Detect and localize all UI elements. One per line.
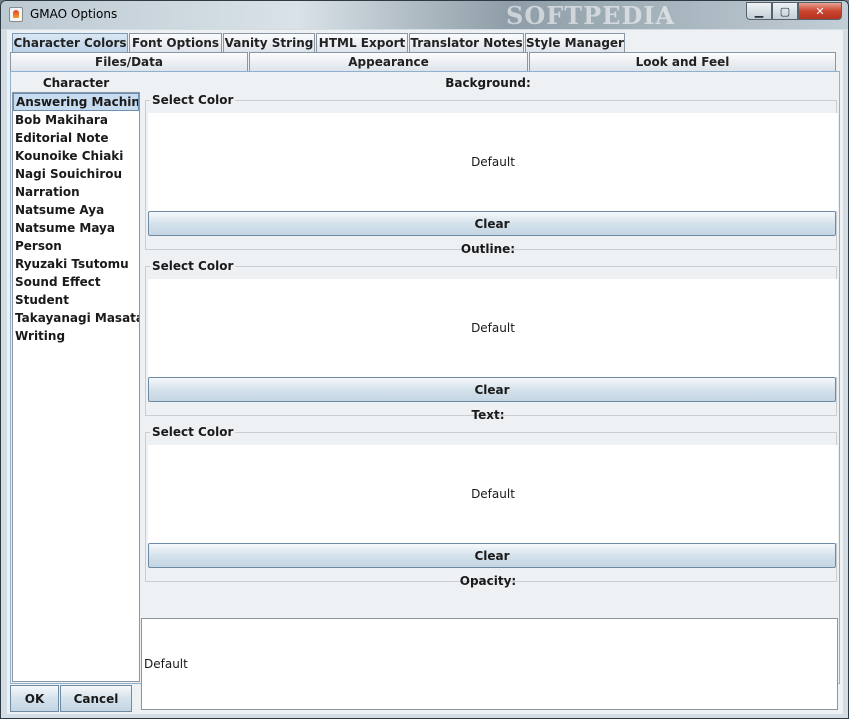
ok-button[interactable]: OK — [10, 685, 59, 712]
tab-appearance[interactable]: Appearance — [249, 52, 528, 71]
maximize-button[interactable]: ▢ — [772, 2, 798, 20]
tab-files-data[interactable]: Files/Data — [10, 52, 248, 71]
opacity-value: Default — [144, 657, 188, 671]
window-title: GMAO Options — [30, 7, 118, 21]
text-color-value: Default — [471, 487, 515, 501]
background-color-swatch[interactable]: Default — [148, 113, 838, 211]
list-item[interactable]: Natsume Aya — [13, 201, 139, 219]
background-select-color-legend: Select Color — [150, 93, 236, 107]
opacity-label: Opacity: — [459, 574, 517, 588]
text-color-swatch[interactable]: Default — [148, 445, 838, 543]
list-item[interactable]: Answering Machine — [13, 93, 139, 111]
list-item[interactable]: Student — [13, 291, 139, 309]
outline-label: Outline: — [460, 242, 516, 256]
text-color-group: Select Color Default Clear — [145, 425, 838, 582]
background-color-group: Select Color Default Clear — [145, 93, 838, 250]
tab-font-options[interactable]: Font Options — [129, 33, 222, 52]
dialog-body: Character Colors Font Options Vanity Str… — [7, 30, 843, 714]
outline-color-swatch[interactable]: Default — [148, 279, 838, 377]
minimize-button[interactable]: ▁ — [746, 2, 772, 20]
list-item[interactable]: Nagi Souichirou — [13, 165, 139, 183]
java-app-icon — [9, 7, 23, 22]
list-item[interactable]: Editorial Note — [13, 129, 139, 147]
list-item[interactable]: Narration — [13, 183, 139, 201]
background-label: Background: — [445, 76, 531, 90]
minimize-icon: ▁ — [754, 4, 764, 18]
character-colors-panel: Character Answering Machine Bob Makihara… — [10, 71, 840, 710]
tab-style-manager[interactable]: Style Manager — [525, 33, 625, 52]
tab-row-primary: Character Colors Font Options Vanity Str… — [12, 33, 626, 52]
title-bar[interactable]: GMAO Options SOFTPEDIA ▁ ▢ ✕ — [1, 1, 848, 30]
background-clear-button[interactable]: Clear — [148, 211, 836, 236]
list-item[interactable]: Sound Effect — [13, 273, 139, 291]
tab-translator-notes[interactable]: Translator Notes — [409, 33, 524, 52]
softpedia-watermark: SOFTPEDIA — [506, 1, 676, 30]
list-item[interactable]: Bob Makihara — [13, 111, 139, 129]
close-icon: ✕ — [815, 4, 825, 18]
outline-clear-button[interactable]: Clear — [148, 377, 836, 402]
close-button[interactable]: ✕ — [798, 2, 842, 20]
list-item[interactable]: Writing — [13, 327, 139, 345]
window-controls: ▁ ▢ ✕ — [746, 2, 842, 20]
outline-select-color-legend: Select Color — [150, 259, 236, 273]
list-item[interactable]: Person — [13, 237, 139, 255]
character-list[interactable]: Answering Machine Bob Makihara Editorial… — [12, 92, 140, 682]
text-clear-button[interactable]: Clear — [148, 543, 836, 568]
text-label: Text: — [471, 408, 505, 422]
list-item[interactable]: Takayanagi Masataka — [13, 309, 139, 327]
tab-character-colors[interactable]: Character Colors — [12, 33, 128, 52]
tab-look-and-feel[interactable]: Look and Feel — [529, 52, 836, 71]
dialog-button-bar: OK Cancel — [10, 685, 842, 713]
tab-row-secondary: Files/Data Appearance Look and Feel — [10, 52, 837, 71]
list-item[interactable]: Ryuzaki Tsutomu — [13, 255, 139, 273]
outline-color-value: Default — [471, 321, 515, 335]
list-item[interactable]: Kounoike Chiaki — [13, 147, 139, 165]
tab-html-export[interactable]: HTML Export — [316, 33, 408, 52]
text-select-color-legend: Select Color — [150, 425, 236, 439]
tab-vanity-string[interactable]: Vanity String — [223, 33, 315, 52]
background-color-value: Default — [471, 155, 515, 169]
options-window: GMAO Options SOFTPEDIA ▁ ▢ ✕ Character C… — [0, 0, 849, 719]
list-item[interactable]: Natsume Maya — [13, 219, 139, 237]
maximize-icon: ▢ — [779, 4, 791, 18]
outline-color-group: Select Color Default Clear — [145, 259, 838, 416]
character-list-header: Character — [42, 76, 110, 90]
cancel-button[interactable]: Cancel — [60, 685, 132, 712]
